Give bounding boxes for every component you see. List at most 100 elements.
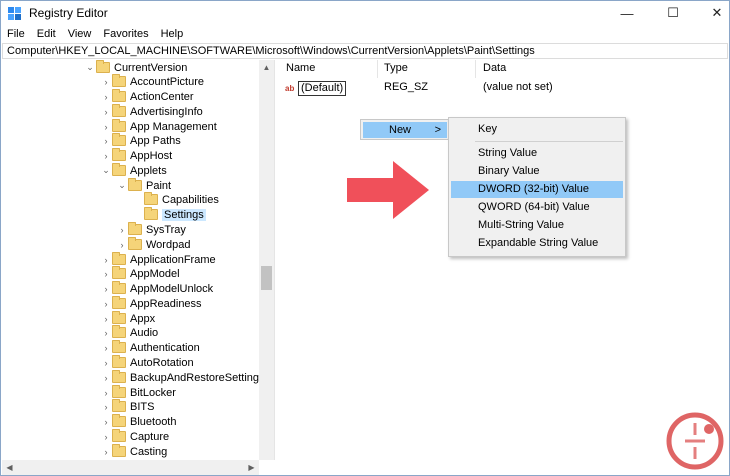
tree-item-label: AccountPicture xyxy=(130,75,204,88)
chevron-down-icon[interactable]: ⌄ xyxy=(84,62,96,73)
tree-item[interactable]: › Authentication xyxy=(100,340,200,355)
chevron-right-icon[interactable]: › xyxy=(100,107,112,117)
menu-item-key[interactable]: Key xyxy=(451,121,623,138)
menu-file[interactable]: File xyxy=(1,25,31,43)
chevron-right-icon[interactable]: › xyxy=(100,299,112,309)
column-divider[interactable] xyxy=(377,60,378,78)
value-row-default[interactable]: ab (Default) xyxy=(285,80,347,96)
tree-item[interactable]: › AppReadiness xyxy=(100,296,202,311)
tree-item-label: Authentication xyxy=(130,341,200,354)
tree-item-label: Capabilities xyxy=(162,193,219,206)
chevron-down-icon[interactable]: ⌄ xyxy=(100,165,112,176)
chevron-right-icon[interactable]: › xyxy=(100,136,112,146)
tree-item[interactable]: › ActionCenter xyxy=(100,89,194,104)
tree-item-label: AdvertisingInfo xyxy=(130,105,203,118)
menu-item-dword-value[interactable]: DWORD (32-bit) Value xyxy=(451,181,623,198)
tree-item[interactable]: › BackupAndRestoreSettings xyxy=(100,370,265,385)
menu-view[interactable]: View xyxy=(62,25,98,43)
address-bar[interactable]: Computer\HKEY_LOCAL_MACHINE\SOFTWARE\Mic… xyxy=(2,43,728,59)
tree-item[interactable]: › BitLocker xyxy=(100,385,176,400)
tree-item[interactable]: › AppModel xyxy=(100,266,180,281)
folder-icon xyxy=(112,325,126,338)
scroll-left-icon[interactable]: ◀ xyxy=(2,460,17,475)
tree-item[interactable]: › Audio xyxy=(100,325,158,340)
tree-item[interactable]: › AutoRotation xyxy=(100,355,194,370)
window-title: Registry Editor xyxy=(29,6,108,20)
tree-item[interactable]: › BITS xyxy=(100,399,154,414)
menu-item-string-value[interactable]: String Value xyxy=(451,145,623,162)
chevron-right-icon[interactable]: › xyxy=(116,225,128,235)
scroll-up-icon[interactable]: ▲ xyxy=(259,60,274,75)
chevron-right-icon[interactable]: › xyxy=(100,122,112,132)
tree-item-label: ApplicationFrame xyxy=(130,253,216,266)
tree-item-settings[interactable]: Settings xyxy=(144,207,206,222)
tree-item[interactable]: › Appx xyxy=(100,311,155,326)
maximize-button[interactable]: ☐ xyxy=(653,1,693,25)
tree-item[interactable]: › Capture xyxy=(100,429,169,444)
scroll-right-icon[interactable]: ▶ xyxy=(244,460,259,475)
tree-item[interactable]: Capabilities xyxy=(144,192,219,207)
menu-item-multi-string-value[interactable]: Multi-String Value xyxy=(451,217,623,234)
tree-item-label: Applets xyxy=(130,164,167,177)
tree-item[interactable]: › ApplicationFrame xyxy=(100,252,216,267)
chevron-right-icon[interactable]: › xyxy=(100,432,112,442)
column-header-type[interactable]: Type xyxy=(384,62,408,74)
menu-edit[interactable]: Edit xyxy=(31,25,62,43)
column-divider[interactable] xyxy=(475,60,476,78)
tree-item-currentversion[interactable]: ⌄ CurrentVersion xyxy=(84,60,187,75)
chevron-down-icon[interactable]: ⌄ xyxy=(116,180,128,191)
chevron-right-icon[interactable]: › xyxy=(116,240,128,250)
chevron-right-icon[interactable]: › xyxy=(100,314,112,324)
chevron-right-icon[interactable]: › xyxy=(100,92,112,102)
close-button[interactable]: ✕ xyxy=(697,1,730,25)
chevron-right-icon[interactable]: › xyxy=(100,388,112,398)
registry-editor-window: Registry Editor — ☐ ✕ File Edit View Fav… xyxy=(0,0,730,476)
tree-item[interactable]: › App Management xyxy=(100,119,217,134)
menu-bar: File Edit View Favorites Help xyxy=(1,25,729,43)
tree-horizontal-scrollbar[interactable]: ◀ ▶ xyxy=(2,460,259,475)
tree-item[interactable]: › AccountPicture xyxy=(100,74,204,89)
column-header-name[interactable]: Name xyxy=(286,62,315,74)
menu-item-expandable-string-value[interactable]: Expandable String Value xyxy=(451,235,623,252)
chevron-right-icon[interactable]: › xyxy=(100,77,112,87)
tree-item-label: AppModelUnlock xyxy=(130,282,214,295)
folder-icon xyxy=(112,311,126,324)
menu-help[interactable]: Help xyxy=(155,25,190,43)
chevron-right-icon[interactable]: › xyxy=(100,269,112,279)
chevron-right-icon[interactable]: › xyxy=(100,255,112,265)
menu-item-binary-value[interactable]: Binary Value xyxy=(451,163,623,180)
chevron-right-icon[interactable]: › xyxy=(100,417,112,427)
tree-item-paint[interactable]: ⌄ Paint xyxy=(116,178,171,193)
chevron-right-icon[interactable]: › xyxy=(100,151,112,161)
chevron-right-icon[interactable]: › xyxy=(100,373,112,383)
folder-icon xyxy=(128,222,142,235)
tree-item[interactable]: › Casting xyxy=(100,444,167,459)
tree-item-label: Appx xyxy=(130,312,156,325)
minimize-button[interactable]: — xyxy=(607,1,647,25)
value-name[interactable]: (Default) xyxy=(298,80,347,96)
folder-icon xyxy=(112,266,126,279)
tree-item-label: ActionCenter xyxy=(130,90,194,103)
tree-item[interactable]: › AppModelUnlock xyxy=(100,281,213,296)
tree-item[interactable]: › AdvertisingInfo xyxy=(100,104,203,119)
value-data: (value not set) xyxy=(483,81,553,93)
tree-item[interactable]: › AppHost xyxy=(100,148,172,163)
folder-icon xyxy=(112,252,126,265)
chevron-right-icon[interactable]: › xyxy=(100,284,112,294)
tree-vertical-scrollbar[interactable]: ▲ xyxy=(259,60,274,460)
tree-item[interactable]: › SysTray xyxy=(116,222,186,237)
tree-item[interactable]: › Wordpad xyxy=(116,237,190,252)
chevron-right-icon[interactable]: › xyxy=(100,358,112,368)
column-header-data[interactable]: Data xyxy=(483,62,506,74)
tree-item[interactable]: › App Paths xyxy=(100,133,181,148)
chevron-right-icon[interactable]: › xyxy=(100,402,112,412)
chevron-right-icon[interactable]: › xyxy=(100,328,112,338)
tree-item-applets[interactable]: ⌄ Applets xyxy=(100,163,167,178)
menu-item-qword-value[interactable]: QWORD (64-bit) Value xyxy=(451,199,623,216)
chevron-right-icon[interactable]: › xyxy=(100,343,112,353)
scroll-thumb[interactable] xyxy=(261,266,272,290)
menu-item-new[interactable]: New > xyxy=(363,122,447,138)
chevron-right-icon[interactable]: › xyxy=(100,447,112,457)
tree-item[interactable]: › Bluetooth xyxy=(100,414,176,429)
menu-favorites[interactable]: Favorites xyxy=(97,25,154,43)
